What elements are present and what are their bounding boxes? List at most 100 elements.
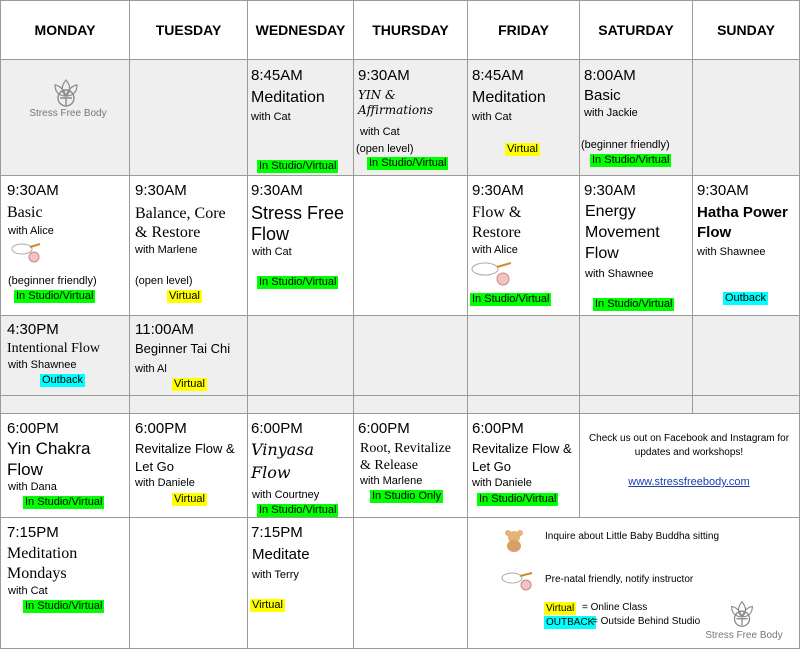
header-thursday: THURSDAY: [354, 0, 468, 60]
r2-tue-title2: & Restore: [135, 224, 201, 241]
stork-prenatal-icon: [469, 257, 517, 292]
r3-fri: [468, 316, 580, 396]
spacer-sat: [580, 396, 693, 414]
r1-wed-with: with Cat: [251, 111, 291, 123]
r5-wed-title: Meditate: [252, 546, 310, 563]
r5-mon-title2: Mondays: [7, 565, 67, 582]
r4-fri-tag: In Studio/Virtual: [477, 493, 559, 506]
r5-mon-with: with Cat: [8, 585, 48, 597]
r4-thu-with: with Marlene: [360, 475, 423, 487]
r2-mon-tag: In Studio/Virtual: [14, 290, 96, 303]
r4-mon-with: with Dana: [8, 481, 57, 493]
header-monday: MONDAY: [0, 0, 130, 60]
r2-tue-title1: Balance, Core: [135, 205, 226, 222]
r1-thu-time: 9:30AM: [358, 67, 410, 84]
logo-text: Stress Free Body: [29, 108, 107, 119]
r4-mon-tag: In Studio/Virtual: [23, 496, 105, 509]
r4-tue-with: with Daniele: [135, 477, 195, 489]
r5-wed-time: 7:15PM: [251, 524, 303, 541]
r4-mon-title1: Yin Chakra: [7, 439, 91, 458]
promo-line-2: updates and workshops!: [634, 447, 744, 458]
r4-wed-time: 6:00PM: [251, 420, 303, 437]
r1-wed-time: 8:45AM: [251, 67, 303, 84]
r4-thu-title2: & Release: [360, 458, 418, 473]
header-friday: FRIDAY: [468, 0, 580, 60]
r2-wed-tag: In Studio/Virtual: [257, 276, 339, 289]
r2-tue-tag: Virtual: [167, 290, 202, 303]
r1-tue: [130, 60, 248, 176]
r4-wed-with: with Courtney: [252, 489, 320, 501]
r1-thu-note: (open level): [356, 143, 414, 155]
r1-fri-time: 8:45AM: [472, 67, 524, 84]
r3-sat: [580, 316, 693, 396]
r5-tue: [130, 518, 248, 649]
legend-virtual-word: Virtual: [544, 602, 577, 615]
r3-tue-with: with Al: [135, 363, 167, 375]
r1-sat-tag: In Studio/Virtual: [590, 154, 672, 167]
header-tuesday: TUESDAY: [130, 0, 248, 60]
r3-mon-with: with Shawnee: [8, 359, 77, 371]
r2-wed-with: with Cat: [252, 246, 292, 258]
spacer-wed: [248, 396, 354, 414]
spacer-fri: [468, 396, 580, 414]
r1-fri-title: Meditation: [472, 89, 546, 106]
r2-tue-note: (open level): [135, 275, 193, 287]
r3-tue-tag: Virtual: [172, 378, 207, 391]
r2-tue-with: with Marlene: [135, 244, 198, 256]
r4-mon-time: 6:00PM: [7, 420, 59, 437]
legend-outback-def: = Outside Behind Studio: [592, 616, 701, 627]
spacer-mon: [0, 396, 130, 414]
r4-promo-cell: [580, 414, 800, 518]
r1-sat-with: with Jackie: [584, 107, 638, 119]
r4-fri-time: 6:00PM: [472, 420, 524, 437]
r2-sat-title1: Energy: [585, 203, 636, 220]
r2-wed-title1: Stress Free: [251, 203, 345, 223]
r3-wed: [248, 316, 354, 396]
stork-prenatal-icon: [500, 569, 536, 596]
legend-virtual-def: = Online Class: [582, 602, 648, 613]
r2-mon-title: Basic: [7, 204, 43, 221]
stork-prenatal-icon: [10, 240, 44, 269]
r3-mon-time: 4:30PM: [7, 321, 59, 338]
r3-tue-time: 11:00AM: [135, 321, 194, 338]
r4-tue-title1: Revitalize Flow &: [135, 441, 235, 456]
r2-sun-with: with Shawnee: [697, 246, 766, 258]
r5-thu: [354, 518, 468, 649]
r3-tue-title: Beginner Tai Chi: [135, 341, 231, 356]
r5-wed-tag: Virtual: [250, 599, 285, 612]
legend-outback-word: OUTBACK: [544, 616, 597, 629]
header-sunday: SUNDAY: [693, 0, 800, 60]
r2-sun-title1: Hatha Power: [697, 204, 788, 221]
r4-tue-tag: Virtual: [172, 493, 207, 506]
r1-wed-title: Meditation: [251, 89, 325, 106]
promo-line-1: Check us out on Facebook and Instagram f…: [588, 433, 790, 444]
r4-wed-tag: In Studio/Virtual: [257, 504, 339, 517]
r2-mon-time: 9:30AM: [7, 182, 59, 199]
r1-thu-with: with Cat: [360, 126, 400, 138]
r3-mon-title: Intentional Flow: [7, 341, 100, 356]
teddy-bear-icon: [503, 528, 525, 557]
r2-fri-title1: Flow &: [472, 204, 522, 221]
r4-tue-time: 6:00PM: [135, 420, 187, 437]
r1-sun: [693, 60, 800, 176]
r2-sat-title3: Flow: [585, 245, 619, 262]
r4-thu-time: 6:00PM: [358, 420, 410, 437]
r2-sat-tag: In Studio/Virtual: [593, 298, 675, 311]
r4-wed-title1: Vinyasa: [251, 440, 315, 459]
r5-mon-time: 7:15PM: [7, 524, 59, 541]
r2-fri-tag: In Studio/Virtual: [470, 293, 552, 306]
r2-thu: [354, 176, 468, 316]
website-link[interactable]: www.stressfreebody.com: [584, 476, 794, 488]
spacer-tue: [130, 396, 248, 414]
r2-fri-title2: Restore: [472, 224, 521, 241]
spacer-thu: [354, 396, 468, 414]
r4-thu-title1: Root, Revitalize: [360, 441, 451, 456]
r1-sat-note: (beginner friendly): [581, 139, 670, 151]
r1-thu-tag: In Studio/Virtual: [367, 157, 449, 170]
r1-sat-title: Basic: [584, 87, 621, 104]
r2-sat-title2: Movement: [585, 224, 660, 241]
r2-fri-time: 9:30AM: [472, 182, 524, 199]
r2-wed-time: 9:30AM: [251, 182, 303, 199]
r3-sun: [693, 316, 800, 396]
r2-sun-title2: Flow: [697, 224, 732, 241]
